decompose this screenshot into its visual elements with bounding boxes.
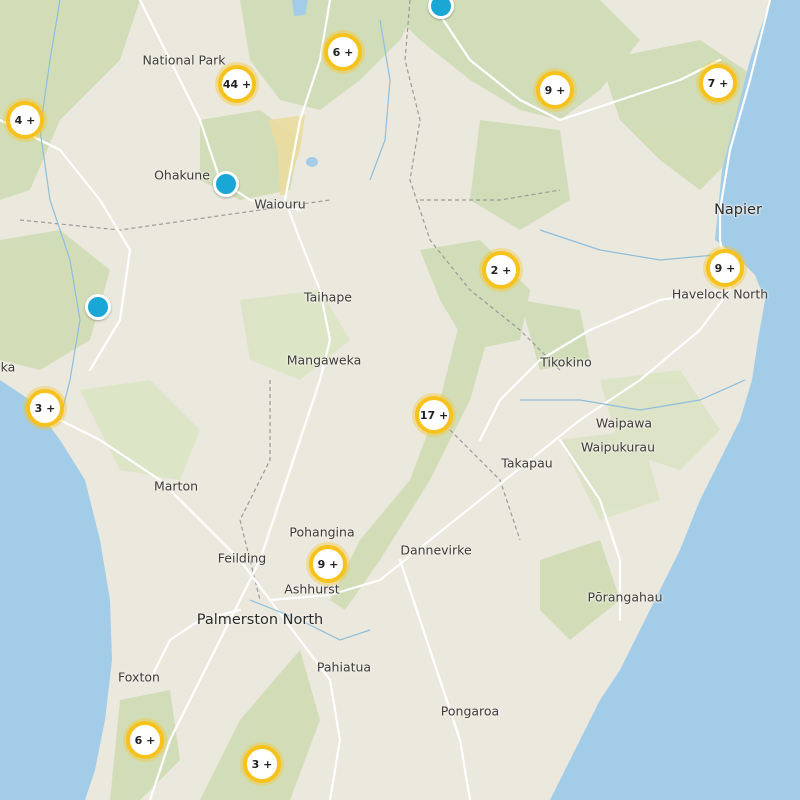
place-label: Palmerston North xyxy=(196,612,324,628)
cluster-marker[interactable]: 6 + xyxy=(324,33,362,71)
place-label: Pohangina xyxy=(289,524,355,540)
cluster-count: 17 + xyxy=(419,408,449,422)
place-label: Waiouru xyxy=(254,196,306,212)
place-label: Mangaweka xyxy=(286,352,362,368)
place-label: Ohakune xyxy=(154,167,210,183)
cluster-marker[interactable]: 3 + xyxy=(26,389,64,427)
cluster-count: 6 + xyxy=(134,733,156,747)
map-canvas[interactable]: National Park Ohakune Waiouru Taihape Ma… xyxy=(0,0,800,800)
place-label: Marton xyxy=(153,478,199,494)
cluster-count: 44 + xyxy=(222,77,252,91)
cluster-count: 6 + xyxy=(332,45,354,59)
cluster-marker[interactable]: 9 + xyxy=(706,249,744,287)
cluster-count: 7 + xyxy=(707,76,729,90)
place-label: Pongaroa xyxy=(440,703,500,719)
cluster-count: 4 + xyxy=(14,113,36,127)
place-label: Dannevirke xyxy=(400,542,472,558)
place-label: Pahiatua xyxy=(316,659,372,675)
place-label: Foxton xyxy=(118,669,160,685)
place-label: Waipukurau xyxy=(580,439,656,455)
cluster-count: 9 + xyxy=(714,261,736,275)
cluster-marker[interactable]: 2 + xyxy=(482,251,520,289)
cluster-count: 9 + xyxy=(317,557,339,571)
cluster-marker[interactable]: 3 + xyxy=(243,745,281,783)
cluster-count: 9 + xyxy=(544,83,566,97)
cluster-marker[interactable]: 6 + xyxy=(126,721,164,759)
cluster-marker[interactable]: 9 + xyxy=(536,71,574,109)
place-label: Tikokino xyxy=(540,354,592,370)
cluster-count: 3 + xyxy=(251,757,273,771)
cluster-marker[interactable]: 17 + xyxy=(415,396,453,434)
place-label: Pōrangahau xyxy=(587,589,663,605)
place-label: Takapau xyxy=(501,455,553,471)
location-marker[interactable] xyxy=(85,294,111,320)
place-label: Havelock North xyxy=(671,286,769,302)
cluster-marker[interactable]: 7 + xyxy=(699,64,737,102)
place-label: Waipawa xyxy=(595,415,653,431)
cluster-marker[interactable]: 9 + xyxy=(309,545,347,583)
place-label: Napier xyxy=(714,202,762,218)
place-label: National Park xyxy=(142,52,226,68)
cluster-count: 2 + xyxy=(490,263,512,277)
place-label: Ashhurst xyxy=(284,581,340,597)
cluster-count: 3 + xyxy=(34,401,56,415)
place-label: Feilding xyxy=(217,550,267,566)
cluster-marker[interactable]: 4 + xyxy=(6,101,44,139)
cluster-marker[interactable]: 44 + xyxy=(218,65,256,103)
place-label: ka xyxy=(0,359,16,375)
place-label: Taihape xyxy=(304,289,352,305)
location-marker[interactable] xyxy=(213,171,239,197)
